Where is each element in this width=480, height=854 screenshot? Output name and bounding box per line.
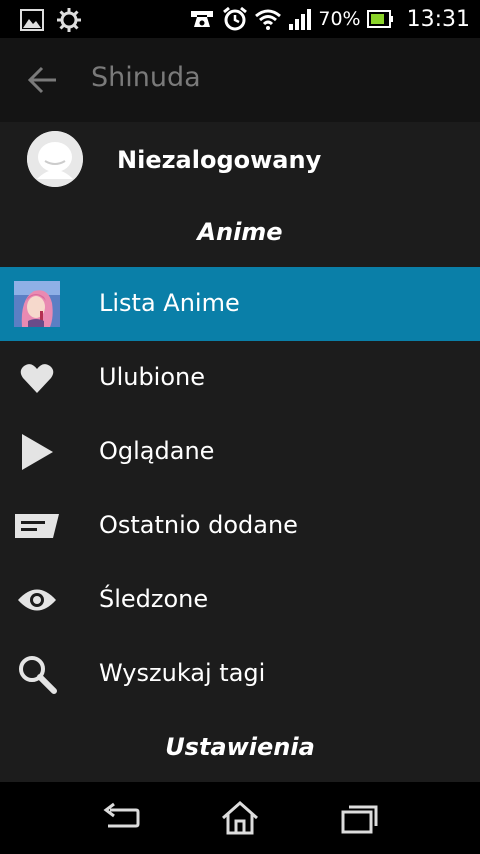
menu-label: Wyszukaj tagi bbox=[99, 659, 266, 687]
status-bar: 70% 13:31 bbox=[0, 0, 480, 38]
menu-item-ogladane[interactable]: Oglądane bbox=[0, 415, 480, 489]
menu-label: Śledzone bbox=[99, 585, 209, 613]
signal-icon bbox=[289, 9, 312, 30]
profile-name: Niezalogowany bbox=[117, 146, 322, 174]
menu-label: Oglądane bbox=[99, 437, 215, 465]
menu-label: Ostatnio dodane bbox=[99, 511, 298, 539]
navigation-bar bbox=[0, 782, 480, 854]
eye-icon bbox=[14, 577, 60, 623]
action-bar: Shinuda bbox=[0, 38, 480, 122]
menu-item-ulubione[interactable]: Ulubione bbox=[0, 341, 480, 415]
menu-item-ostatnio-dodane[interactable]: Ostatnio dodane bbox=[0, 489, 480, 563]
wifi-icon bbox=[255, 9, 282, 30]
comment-icon bbox=[14, 503, 60, 549]
menu-item-lista-anime[interactable]: Lista Anime bbox=[0, 267, 480, 341]
alarm-icon bbox=[223, 6, 248, 31]
navigation-drawer: Niezalogowany Anime Lista Anime Ulubione bbox=[0, 122, 480, 782]
app-title: Shinuda bbox=[91, 62, 201, 93]
menu-label: Lista Anime bbox=[99, 289, 240, 317]
back-nav-icon[interactable] bbox=[100, 800, 140, 836]
profile-row[interactable]: Niezalogowany bbox=[0, 122, 480, 200]
settings-icon bbox=[57, 8, 81, 32]
avatar-icon bbox=[27, 131, 83, 187]
status-bar-system: 70% 13:31 bbox=[188, 0, 470, 38]
status-bar-notifications bbox=[20, 7, 82, 33]
menu-item-sledzone[interactable]: Śledzone bbox=[0, 563, 480, 637]
heart-icon bbox=[14, 355, 60, 401]
menu-item-wyszukaj-tagi[interactable]: Wyszukaj tagi bbox=[0, 637, 480, 711]
play-icon bbox=[14, 429, 60, 475]
anime-thumbnail bbox=[14, 281, 60, 327]
section-header-anime: Anime bbox=[197, 218, 283, 246]
clock: 13:31 bbox=[406, 6, 470, 32]
back-arrow-icon[interactable] bbox=[26, 64, 58, 96]
section-header-ustawienia: Ustawienia bbox=[165, 733, 315, 761]
recents-nav-icon[interactable] bbox=[340, 800, 380, 836]
home-nav-icon[interactable] bbox=[220, 800, 260, 836]
search-icon bbox=[14, 651, 60, 697]
menu-label: Ulubione bbox=[99, 363, 206, 391]
battery-icon bbox=[366, 10, 393, 28]
handset-icon bbox=[191, 11, 214, 27]
battery-percent: 70% bbox=[318, 8, 361, 30]
image-icon bbox=[20, 9, 44, 31]
